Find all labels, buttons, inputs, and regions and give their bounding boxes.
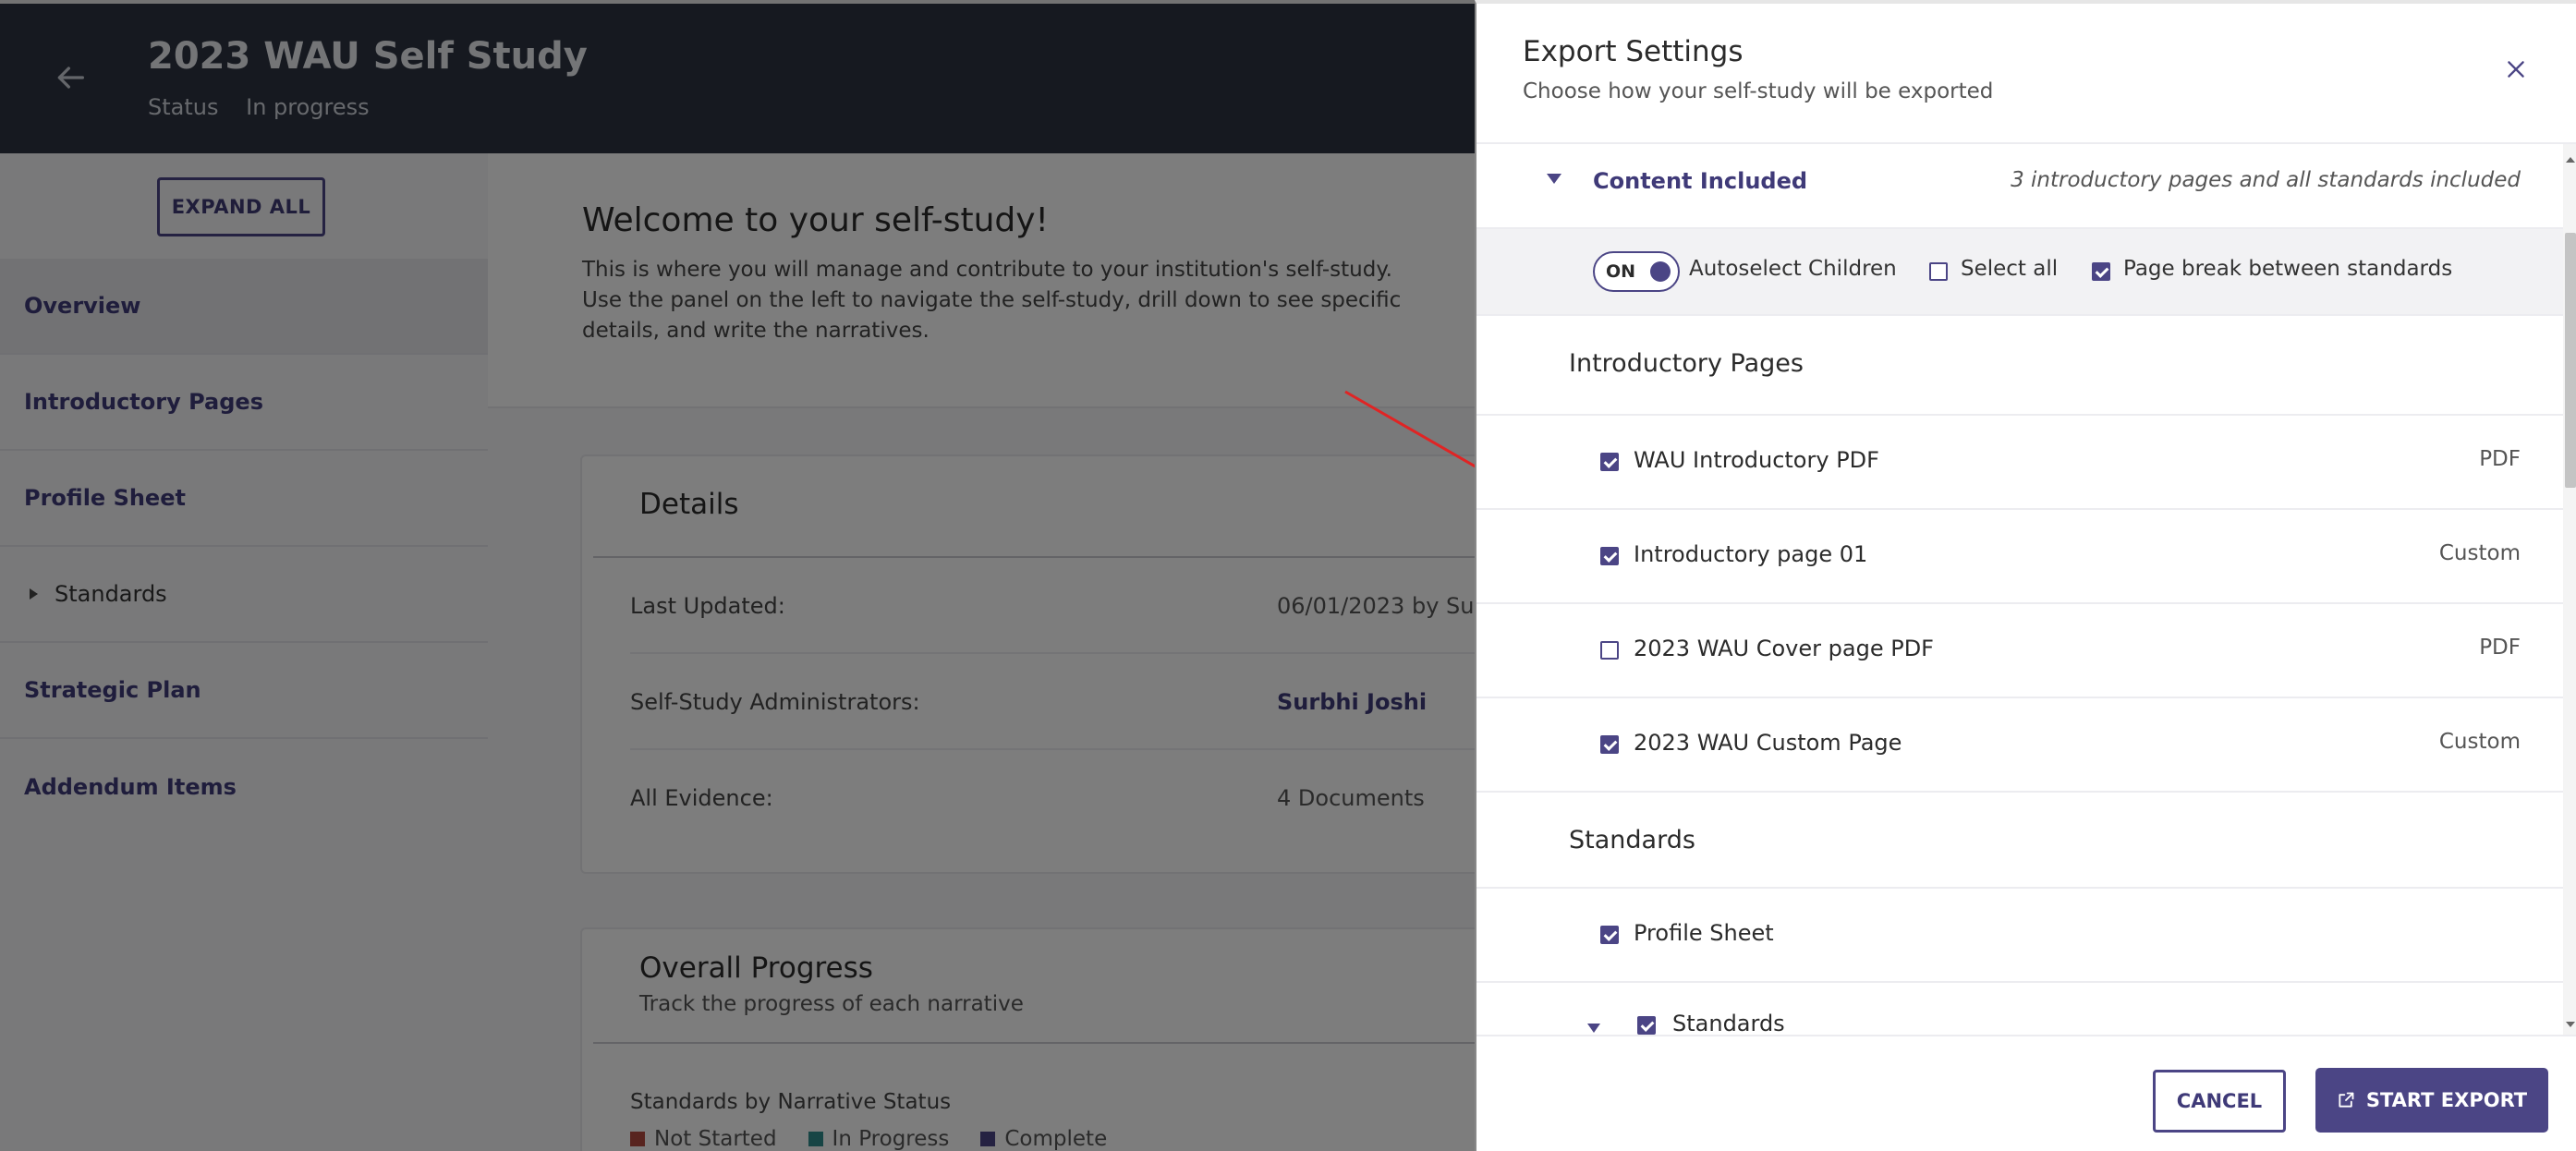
item-label: 2023 WAU Custom Page (1634, 730, 1902, 756)
item-label: Profile Sheet (1634, 920, 1774, 946)
scroll-up-icon[interactable] (2566, 157, 2575, 163)
page-break-checkbox[interactable] (2092, 262, 2110, 281)
item-checkbox[interactable] (1600, 926, 1619, 944)
item-checkbox[interactable] (1600, 735, 1619, 754)
export-icon (2339, 1092, 2354, 1108)
start-export-label: START EXPORT (2365, 1089, 2528, 1111)
introductory-pages-heading: Introductory Pages (1569, 349, 1804, 378)
export-settings-drawer: Export Settings Choose how your self-stu… (1475, 0, 2576, 1151)
cancel-button[interactable]: CANCEL (2153, 1070, 2286, 1133)
drawer-scroll-area[interactable]: Content Included 3 introductory pages an… (1476, 142, 2576, 1035)
select-all-label[interactable]: Select all (1961, 257, 2058, 281)
list-item[interactable]: Introductory page 01 Custom (1476, 508, 2563, 602)
drawer-footer: CANCEL START EXPORT (1476, 1035, 2576, 1151)
standards-heading: Standards (1569, 826, 1695, 854)
item-type: PDF (2479, 636, 2521, 660)
toggle-state: ON (1606, 261, 1636, 282)
list-item[interactable]: WAU Introductory PDF PDF (1476, 414, 2563, 508)
start-export-button[interactable]: START EXPORT (2315, 1068, 2548, 1133)
content-included-title: Content Included (1593, 168, 1808, 194)
toggle-knob (1650, 261, 1671, 282)
item-label: Standards (1672, 1011, 1785, 1035)
item-type: PDF (2479, 447, 2521, 471)
page-break-label[interactable]: Page break between standards (2123, 257, 2452, 281)
scroll-down-icon[interactable] (2566, 1022, 2575, 1027)
export-options-bar: ON Autoselect Children Select all Page b… (1476, 227, 2563, 316)
scroll-thumb[interactable] (2565, 233, 2576, 488)
item-checkbox[interactable] (1600, 453, 1619, 471)
item-label: Introductory page 01 (1634, 541, 1868, 567)
list-item[interactable]: 2023 WAU Custom Page Custom (1476, 697, 2563, 791)
item-type: Custom (2438, 541, 2521, 565)
caret-down-icon[interactable] (1587, 1024, 1600, 1033)
item-checkbox[interactable] (1600, 547, 1619, 565)
standards-heading-row: Standards (1476, 791, 2563, 887)
close-icon[interactable] (2504, 57, 2528, 81)
caret-down-icon[interactable] (1547, 174, 1561, 184)
content-included-summary: 3 introductory pages and all standards i… (2011, 168, 2521, 192)
item-checkbox[interactable] (1637, 1016, 1656, 1035)
item-label: 2023 WAU Cover page PDF (1634, 636, 1934, 661)
list-item[interactable]: 2023 WAU Cover page PDF PDF (1476, 602, 2563, 697)
item-label: WAU Introductory PDF (1634, 447, 1879, 473)
list-item[interactable]: Profile Sheet (1476, 887, 2563, 981)
item-type: Custom (2438, 730, 2521, 754)
scrollbar[interactable] (2563, 144, 2576, 1035)
select-all-checkbox[interactable] (1929, 262, 1948, 281)
autoselect-toggle[interactable]: ON (1593, 251, 1680, 292)
drawer-title: Export Settings (1523, 35, 1744, 68)
autoselect-children-label: Autoselect Children (1689, 257, 1897, 281)
modal-backdrop[interactable] (0, 0, 1475, 1151)
content-included-header[interactable]: Content Included 3 introductory pages an… (1476, 144, 2563, 225)
drawer-subtitle: Choose how your self-study will be expor… (1523, 79, 1994, 103)
item-checkbox[interactable] (1600, 641, 1619, 660)
list-item[interactable]: Standards (1476, 981, 2563, 1035)
